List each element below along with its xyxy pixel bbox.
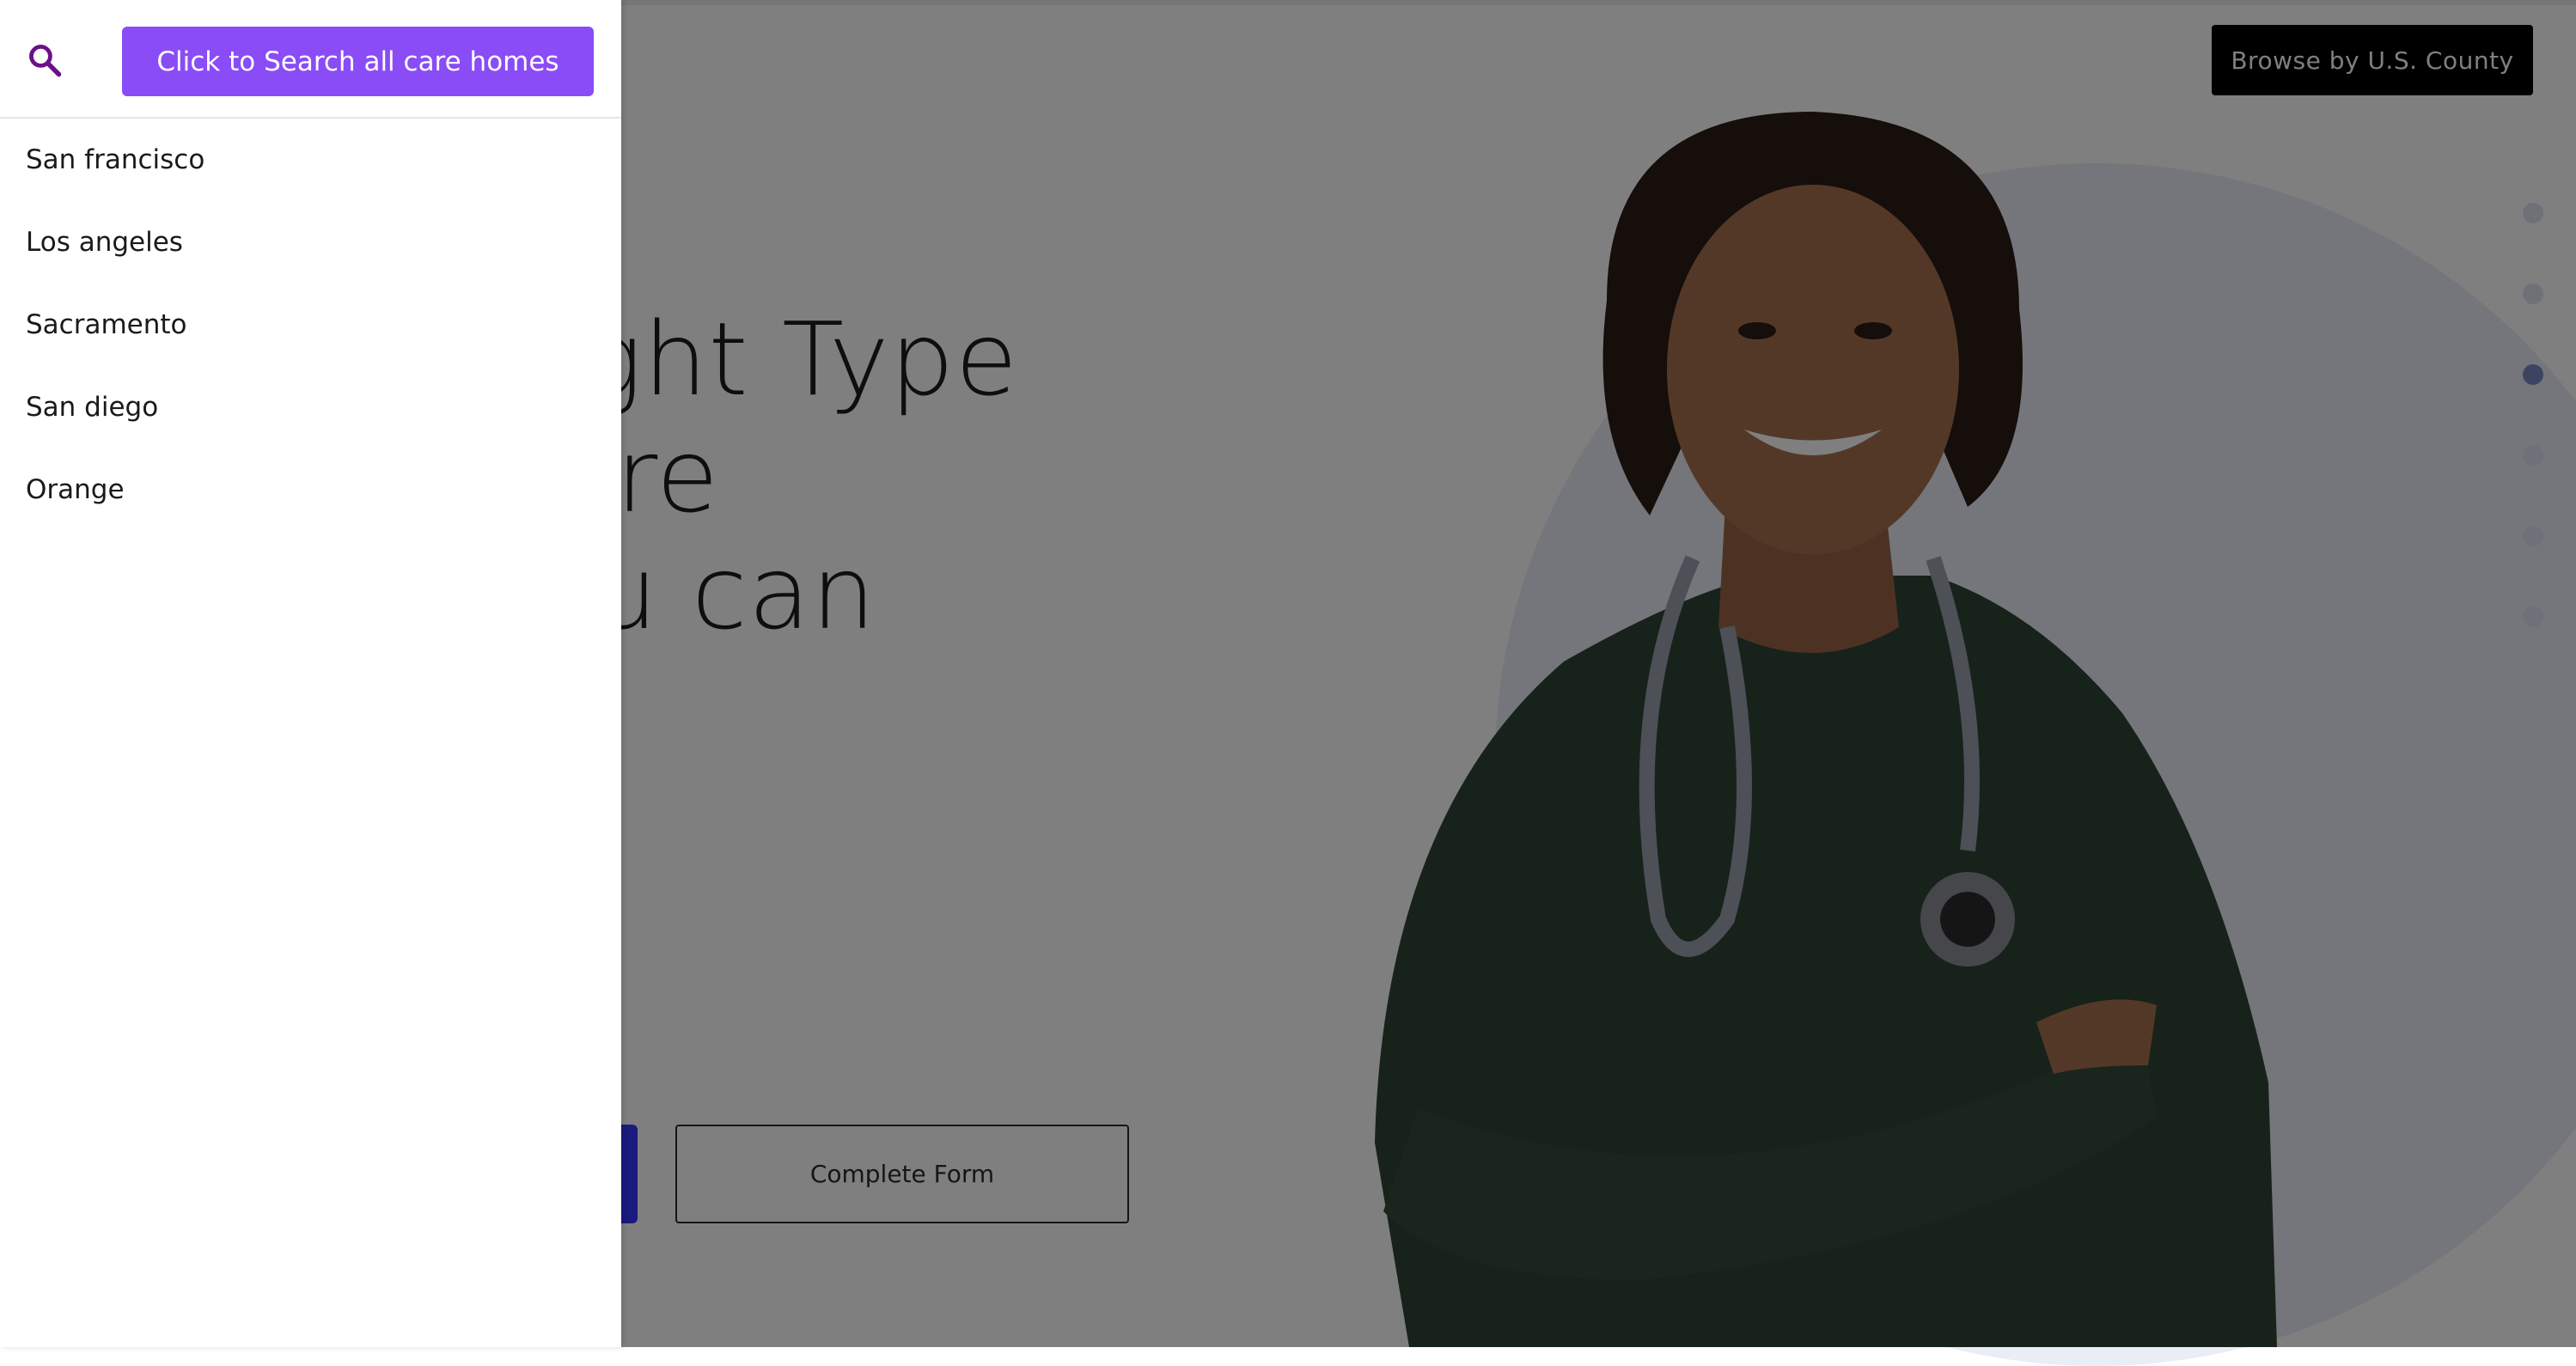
search-panel: Click to Search all care homes San franc… bbox=[0, 0, 621, 1347]
search-all-care-homes-button[interactable]: Click to Search all care homes bbox=[122, 27, 594, 96]
city-item[interactable]: Sacramento bbox=[0, 284, 621, 366]
city-item[interactable]: Los angeles bbox=[0, 201, 621, 284]
city-item[interactable]: Orange bbox=[0, 448, 621, 531]
city-suggestion-list: San francisco Los angeles Sacramento San… bbox=[0, 119, 621, 531]
city-item[interactable]: San francisco bbox=[0, 119, 621, 201]
search-icon[interactable] bbox=[26, 41, 64, 79]
city-item[interactable]: San diego bbox=[0, 366, 621, 448]
